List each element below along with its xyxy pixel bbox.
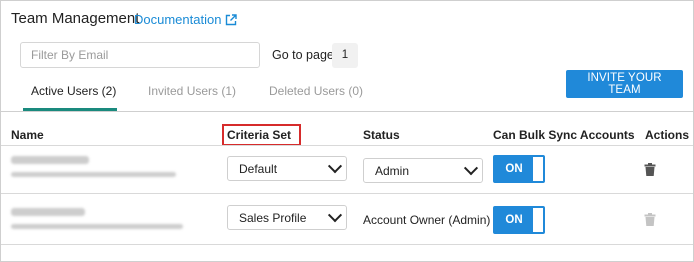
tab-active-users[interactable]: Active Users (2) <box>31 84 116 98</box>
go-to-page-label: Go to page: <box>272 48 338 62</box>
tab-invited-users[interactable]: Invited Users (1) <box>148 84 236 98</box>
column-header-criteria-set: Criteria Set <box>227 128 292 142</box>
user-email-redacted <box>11 172 176 177</box>
bulk-sync-toggle[interactable]: ON <box>493 155 545 183</box>
filter-email-input[interactable] <box>20 42 260 68</box>
criteria-set-select[interactable]: Sales Profile <box>227 205 347 230</box>
page-number-input[interactable]: 1 <box>332 43 358 68</box>
table-row <box>11 208 183 229</box>
external-link-icon <box>226 13 238 25</box>
user-name-redacted <box>11 156 89 164</box>
row-divider <box>1 244 693 245</box>
invite-team-button[interactable]: INVITE YOUR TEAM <box>566 70 683 98</box>
status-select[interactable]: Admin <box>363 158 483 183</box>
chevron-down-icon <box>463 160 479 175</box>
bulk-sync-toggle[interactable]: ON <box>493 206 545 234</box>
tab-deleted-users[interactable]: Deleted Users (0) <box>269 84 363 98</box>
toggle-knob <box>533 157 543 181</box>
toggle-on-label: ON <box>505 214 523 226</box>
row-divider <box>1 193 693 194</box>
column-header-status: Status <box>363 128 400 142</box>
criteria-set-value: Default <box>239 161 278 176</box>
trash-icon[interactable] <box>644 163 656 176</box>
user-email-redacted <box>11 224 183 229</box>
status-value: Admin <box>375 163 410 178</box>
header-row-divider <box>1 145 693 146</box>
column-header-actions: Actions <box>645 128 690 142</box>
documentation-link-label: Documentation <box>134 12 222 27</box>
column-header-bulk-sync: Can Bulk Sync Accounts <box>493 128 635 142</box>
page-title: Team Management <box>11 10 140 27</box>
user-name-redacted <box>11 208 85 216</box>
criteria-set-value: Sales Profile <box>239 210 307 225</box>
trash-icon-disabled <box>644 213 656 226</box>
documentation-link[interactable]: Documentation <box>134 12 238 27</box>
toggle-on-label: ON <box>505 163 523 175</box>
tabs-divider <box>1 111 693 112</box>
team-management-panel: Team Management Documentation Go to page… <box>0 0 694 262</box>
toggle-knob <box>533 208 543 232</box>
column-header-name: Name <box>11 128 44 142</box>
chevron-down-icon <box>327 207 343 222</box>
status-text: Account Owner (Admin) <box>363 213 491 227</box>
chevron-down-icon <box>327 158 343 173</box>
table-row <box>11 156 176 177</box>
criteria-set-select[interactable]: Default <box>227 156 347 181</box>
